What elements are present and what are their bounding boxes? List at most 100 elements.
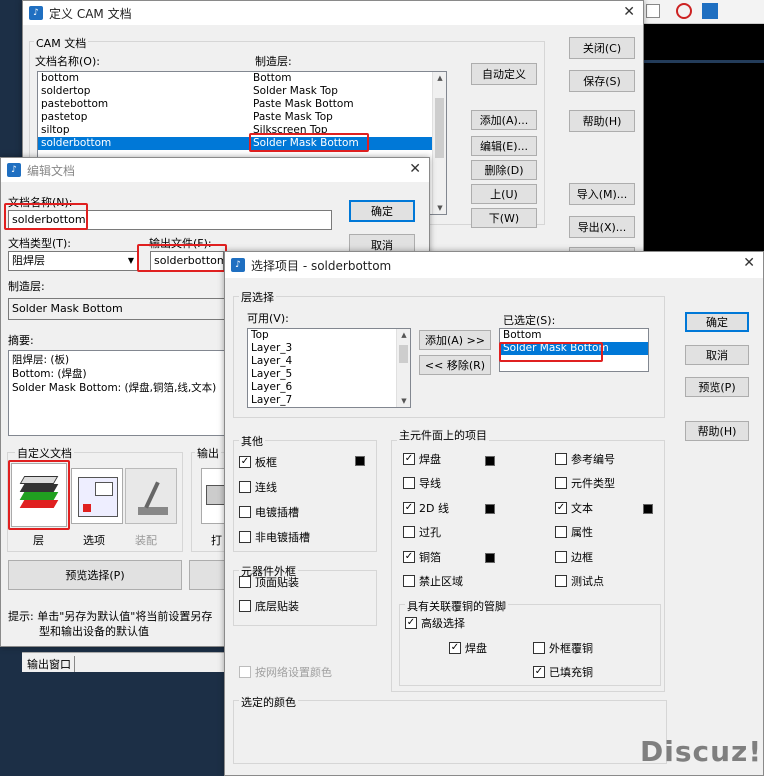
available-scrollbar[interactable]: ▲ ▼ <box>396 329 410 407</box>
assembly-button-label: 装配 <box>135 534 157 547</box>
list-item[interactable]: Top <box>248 329 410 342</box>
move-down-button[interactable]: 下(W) <box>471 208 537 228</box>
close-icon[interactable]: ✕ <box>409 161 421 177</box>
main-item-checkbox[interactable]: 导线 <box>403 475 441 491</box>
save-button[interactable]: 保存(S) <box>569 70 635 92</box>
close-icon[interactable]: ✕ <box>743 255 755 271</box>
scroll-thumb[interactable] <box>435 98 444 158</box>
discuz-watermark: Discuz! <box>640 735 762 768</box>
list-item[interactable]: Layer_4 <box>248 355 410 368</box>
help-button[interactable]: 帮助(H) <box>569 110 635 132</box>
summary-label: 摘要: <box>8 334 34 347</box>
select-preview-button[interactable]: 预览(P) <box>685 377 749 397</box>
outline-item-checkbox[interactable]: 顶面贴装 <box>239 574 299 590</box>
list-item[interactable]: Bottom <box>500 329 648 342</box>
toolbar-icon-1[interactable] <box>646 4 660 18</box>
layer-button-label: 层 <box>33 534 44 547</box>
layer-selection-label: 层选择 <box>239 289 276 305</box>
main-item-label: 铜箔 <box>419 550 441 564</box>
edit-ok-button[interactable]: 确定 <box>349 200 415 222</box>
edit-doc-button[interactable]: 编辑(E)... <box>471 136 537 156</box>
import-button[interactable]: 导入(M)... <box>569 183 635 205</box>
doc-list-row[interactable]: pastetop Paste Mask Top <box>38 111 446 124</box>
main-item-checkbox[interactable]: 禁止区域 <box>403 573 463 589</box>
main-item-checkbox[interactable]: ✓ 文本 <box>555 500 593 516</box>
custom-define-button[interactable]: 自动定义 <box>471 63 537 85</box>
scroll-up-icon[interactable]: ▲ <box>397 331 410 339</box>
preview-selection-button[interactable]: 预览选择(P) <box>8 560 182 590</box>
layer-column-label: 制造层: <box>255 55 292 68</box>
main-item-checkbox[interactable]: 边框 <box>555 549 593 565</box>
hidden-edit-button[interactable] <box>189 560 229 590</box>
main-item-label: 禁止区域 <box>419 575 463 588</box>
advanced-select-checkbox[interactable]: ✓ 高级选择 <box>405 615 465 631</box>
other-item-checkbox[interactable]: 非电镀插槽 <box>239 529 310 545</box>
scroll-down-icon[interactable]: ▼ <box>433 204 446 212</box>
options-button[interactable] <box>71 468 123 524</box>
main-item-checkbox[interactable]: ✓ 焊盘 <box>403 451 441 467</box>
toolbar-icon-2[interactable] <box>676 3 692 19</box>
checkbox-box: ✓ <box>555 501 567 514</box>
delete-doc-button[interactable]: 删除(D) <box>471 160 537 180</box>
text-color-swatch[interactable] <box>643 504 653 514</box>
checkbox-box: ✓ <box>405 617 417 629</box>
outline-item-checkbox[interactable]: 底层贴装 <box>239 598 299 614</box>
checkbox-box <box>403 526 415 539</box>
select-ok-button[interactable]: 确定 <box>685 312 749 332</box>
doc-list-row[interactable]: solderbottom Solder Mask Bottom <box>38 137 446 150</box>
close-icon[interactable]: ✕ <box>623 4 635 20</box>
summary-line: Bottom: (焊盘) <box>12 368 87 380</box>
scroll-thumb[interactable] <box>399 345 408 363</box>
pad-color-swatch[interactable] <box>485 456 495 466</box>
checkbox-box <box>533 642 545 654</box>
outline-copper-label: 外框覆铜 <box>549 642 593 655</box>
list-item[interactable]: Layer_7 <box>248 394 410 407</box>
main-item-label: 文本 <box>571 501 593 515</box>
hint-line-2: 型和输出设备的默认值 <box>39 625 149 638</box>
main-item-checkbox[interactable]: 测试点 <box>555 573 604 589</box>
select-cancel-button[interactable]: 取消 <box>685 345 749 365</box>
2d-line-color-swatch[interactable] <box>485 504 495 514</box>
doc-list-row[interactable]: soldertop Solder Mask Top <box>38 85 446 98</box>
board-color-swatch[interactable] <box>355 456 365 466</box>
cam-window-title: 定义 CAM 文档 <box>49 6 132 21</box>
doc-type-select[interactable]: 阻焊层 ▼ <box>8 251 138 271</box>
toolbar-icon-3[interactable] <box>702 3 718 19</box>
copper-color-swatch[interactable] <box>485 553 495 563</box>
available-list[interactable]: Top Layer_3 Layer_4 Layer_5 Layer_6 Layer_7 ▲… <box>247 328 411 408</box>
scroll-up-icon[interactable]: ▲ <box>433 74 446 82</box>
select-help-button[interactable]: 帮助(H) <box>685 421 749 441</box>
layer-label: 制造层: <box>8 280 45 293</box>
other-item-checkbox[interactable]: 连线 <box>239 479 277 495</box>
add-layer-button[interactable]: 添加(A) >> <box>419 330 491 350</box>
main-item-checkbox[interactable]: 属性 <box>555 524 593 540</box>
main-item-checkbox[interactable]: ✓ 铜箔 <box>403 549 441 565</box>
filled-copper-checkbox[interactable]: ✓ 已填充铜 <box>533 664 593 680</box>
export-button[interactable]: 导出(X)... <box>569 216 635 238</box>
list-item[interactable]: Layer_6 <box>248 381 410 394</box>
list-item[interactable]: Layer_3 <box>248 342 410 355</box>
move-up-button[interactable]: 上(U) <box>471 184 537 204</box>
main-item-checkbox[interactable]: 过孔 <box>403 524 441 540</box>
copper-pad-checkbox[interactable]: ✓ 焊盘 <box>449 640 487 656</box>
doc-list-row[interactable]: siltop Silkscreen Top <box>38 124 446 137</box>
list-item[interactable]: Layer_5 <box>248 368 410 381</box>
other-item-checkbox[interactable]: 电镀插槽 <box>239 504 299 520</box>
doc-list-scrollbar[interactable]: ▲ ▼ <box>432 72 446 214</box>
main-item-checkbox[interactable]: 元件类型 <box>555 475 615 491</box>
doc-list-row[interactable]: pastebottom Paste Mask Bottom <box>38 98 446 111</box>
output-window-label[interactable]: 输出窗口 <box>27 656 75 672</box>
doc-list-row[interactable]: bottom Bottom <box>38 72 446 85</box>
copper-pins-group-label: 具有关联覆铜的管脚 <box>405 598 508 614</box>
main-item-checkbox[interactable]: 参考编号 <box>555 451 615 467</box>
close-button[interactable]: 关闭(C) <box>569 37 635 59</box>
checkbox-box: ✓ <box>449 642 461 654</box>
remove-layer-button[interactable]: << 移除(R) <box>419 355 491 375</box>
other-item-checkbox[interactable]: ✓ 板框 <box>239 454 277 470</box>
scroll-down-icon[interactable]: ▼ <box>397 397 410 405</box>
main-item-checkbox[interactable]: ✓ 2D 线 <box>403 500 449 516</box>
checkbox-box: ✓ <box>403 501 415 514</box>
outline-copper-checkbox[interactable]: 外框覆铜 <box>533 640 593 656</box>
chevron-down-icon[interactable]: ▼ <box>128 252 134 270</box>
add-doc-button[interactable]: 添加(A)... <box>471 110 537 130</box>
